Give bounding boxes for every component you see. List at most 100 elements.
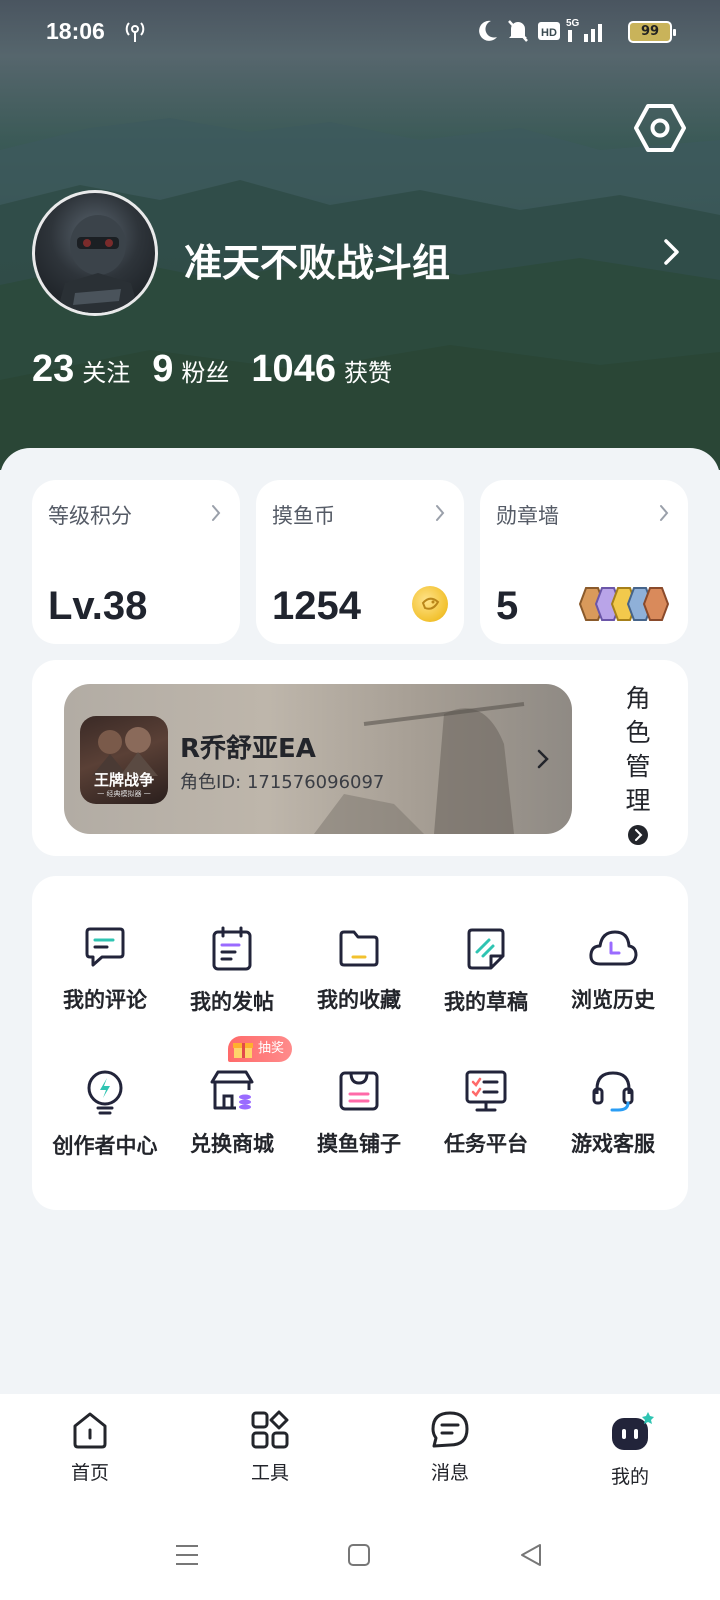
lottery-badge-text: 抽奖 xyxy=(258,1041,285,1056)
feature-grid: 我的评论 我的发帖 我的收藏 我的草稿 浏览历史 创作者中心 抽奖 兑换商城 摸… xyxy=(32,876,688,1210)
game-title: 王牌战争 xyxy=(93,771,154,789)
menu-item-label: 任务平台 xyxy=(444,1132,528,1156)
status-time: 18:06 xyxy=(46,18,105,44)
likes-label: 获赞 xyxy=(343,359,392,387)
menu-item-label: 我的发帖 xyxy=(190,990,274,1014)
shop-icon xyxy=(210,1070,254,1110)
nfc-signal-icon xyxy=(125,22,145,42)
chevron-right-icon xyxy=(537,749,549,769)
content-sheet: 等级积分 Lv.38 摸鱼币 1254 勋章墙 5 王牌战争 一 经典模拟器 一… xyxy=(0,448,720,1398)
following-label[interactable]: 关注 xyxy=(82,353,130,388)
menu-item-task-platform[interactable]: 任务平台 xyxy=(421,1068,551,1158)
back-nav-button[interactable] xyxy=(518,1542,544,1568)
home-icon xyxy=(73,1412,107,1449)
bottom-tab-bar: 首页 工具 消息 我的 xyxy=(0,1394,720,1600)
menu-item-label: 创作者中心 xyxy=(52,1134,158,1158)
role-manage-char: 角 xyxy=(625,684,651,713)
role-banner[interactable]: 王牌战争 一 经典模拟器 一 R乔舒亚EA 角色ID: 171576096097 xyxy=(64,684,572,834)
medal-wall-card[interactable]: 勋章墙 5 xyxy=(480,480,688,644)
role-name: R乔舒亚EA xyxy=(180,734,316,764)
fish-coin-value: 1254 xyxy=(272,584,361,628)
tab-label: 工具 xyxy=(250,1462,289,1484)
followers-count[interactable]: 9 xyxy=(152,348,173,391)
menu-item-label: 游戏客服 xyxy=(571,1132,655,1156)
gift-icon xyxy=(233,1043,253,1058)
chevron-right-icon xyxy=(436,505,445,521)
menu-item-label: 我的草稿 xyxy=(444,990,528,1014)
menu-item-exchange-shop[interactable]: 兑换商城 xyxy=(167,1068,297,1158)
tab-label: 消息 xyxy=(430,1462,469,1484)
level-points-title: 等级积分 xyxy=(48,504,132,528)
menu-item-fish-shop[interactable]: 摸鱼铺子 xyxy=(294,1068,424,1158)
role-manage-char: 理 xyxy=(625,786,651,815)
comment-icon xyxy=(85,927,125,967)
headset-icon xyxy=(592,1071,634,1112)
menu-item-label: 我的评论 xyxy=(63,988,147,1012)
chevron-right-icon xyxy=(212,505,221,521)
5g-signal-icon: 5G xyxy=(566,18,602,42)
tab-messages[interactable]: 消息 xyxy=(400,1410,500,1485)
creator-bulb-icon xyxy=(87,1070,123,1115)
tab-home[interactable]: 首页 xyxy=(40,1410,140,1485)
mute-bell-icon xyxy=(508,20,528,42)
role-manage-char: 色 xyxy=(625,718,651,747)
following-count[interactable]: 23 xyxy=(32,348,74,391)
tab-tools[interactable]: 工具 xyxy=(220,1410,320,1485)
role-manage-char: 管 xyxy=(625,752,651,781)
menu-item-drafts[interactable]: 我的草稿 xyxy=(421,926,551,1016)
arrow-circle-icon[interactable] xyxy=(627,824,649,846)
post-icon xyxy=(212,926,252,971)
medal-wall-title: 勋章墙 xyxy=(496,504,559,528)
me-icon xyxy=(612,1412,654,1450)
message-icon xyxy=(431,1411,469,1448)
tab-me[interactable]: 我的 xyxy=(580,1410,680,1489)
menu-item-label: 我的收藏 xyxy=(317,988,401,1012)
tab-label: 我的 xyxy=(610,1466,649,1488)
tab-label: 首页 xyxy=(70,1462,109,1484)
menu-item-creator-center[interactable]: 创作者中心 xyxy=(40,1068,170,1160)
menu-item-favorites[interactable]: 我的收藏 xyxy=(294,926,424,1014)
menu-item-comments[interactable]: 我的评论 xyxy=(40,926,170,1014)
menu-item-history[interactable]: 浏览历史 xyxy=(548,926,678,1014)
menu-item-label: 兑换商城 xyxy=(190,1132,274,1156)
draft-icon xyxy=(467,928,505,970)
menu-item-label: 浏览历史 xyxy=(571,988,655,1012)
profile-stats: 23 关注 9 粉丝 1046 获赞 xyxy=(32,348,414,391)
level-value: Lv.38 xyxy=(48,584,148,628)
medal-badges-icon xyxy=(578,587,670,621)
followers-label[interactable]: 粉丝 xyxy=(181,353,229,388)
avatar[interactable] xyxy=(32,190,158,316)
medal-count: 5 xyxy=(496,584,519,628)
folder-icon xyxy=(339,930,379,967)
hd-icon: HD xyxy=(538,22,560,40)
status-bar: 18:06 HD 5G 99 xyxy=(0,0,720,64)
home-nav-button[interactable] xyxy=(346,1542,372,1568)
role-id: 角色ID: 171576096097 xyxy=(180,772,385,793)
coin-icon xyxy=(412,586,448,622)
role-manage-label[interactable]: 角 色 管 理 xyxy=(624,682,652,818)
menu-item-posts[interactable]: 我的发帖 xyxy=(167,926,297,1016)
svg-text:5G: 5G xyxy=(566,18,580,29)
svg-text:HD: HD xyxy=(541,27,557,39)
chevron-right-icon[interactable] xyxy=(662,238,682,266)
level-points-card[interactable]: 等级积分 Lv.38 xyxy=(32,480,240,644)
chevron-right-icon xyxy=(660,505,669,521)
game-icon: 王牌战争 一 经典模拟器 一 xyxy=(80,716,168,804)
fish-coin-title: 摸鱼币 xyxy=(272,504,335,528)
tools-icon xyxy=(251,1410,289,1449)
fish-coin-card[interactable]: 摸鱼币 1254 xyxy=(256,480,464,644)
task-icon xyxy=(465,1070,507,1112)
role-card: 王牌战争 一 经典模拟器 一 R乔舒亚EA 角色ID: 171576096097… xyxy=(32,660,688,856)
game-subtitle: 一 经典模拟器 一 xyxy=(97,790,151,798)
moon-icon xyxy=(479,20,497,41)
battery-icon: 99 xyxy=(628,21,676,43)
likes-count: 1046 xyxy=(251,348,336,390)
history-icon xyxy=(589,930,638,966)
menu-item-label: 摸鱼铺子 xyxy=(317,1132,401,1156)
soldier-avatar-image xyxy=(56,215,140,313)
menu-item-customer-service[interactable]: 游戏客服 xyxy=(548,1068,678,1158)
username[interactable]: 准天不败战斗组 xyxy=(184,232,450,287)
settings-hex-icon[interactable] xyxy=(632,100,688,156)
lottery-badge: 抽奖 xyxy=(228,1036,293,1062)
menu-nav-button[interactable] xyxy=(174,1542,200,1568)
